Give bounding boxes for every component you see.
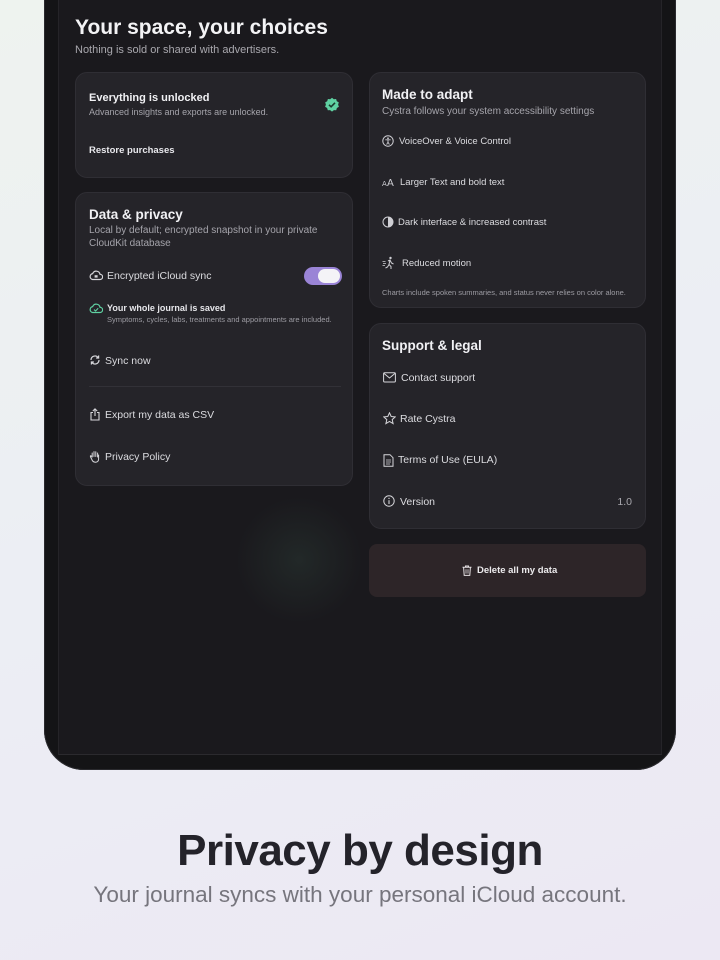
page-subtitle: Nothing is sold or shared with advertise… [75,44,280,56]
toggle-knob [318,269,340,283]
motion-icon [382,256,394,269]
envelope-icon [383,372,396,383]
journal-saved-detail: Symptoms, cycles, labs, treatments and a… [107,315,332,324]
privacy-policy-link[interactable]: Privacy Policy [105,451,170,463]
adapt-title: Made to adapt [382,87,473,102]
contrast-icon [382,216,394,228]
restore-purchases-button[interactable]: Restore purchases [89,145,175,156]
export-csv-button[interactable]: Export my data as CSV [105,409,214,421]
hand-icon [89,451,100,463]
adapt-card: Made to adapt Cystra follows your system… [369,72,646,308]
version-label: Version [400,496,436,508]
version-value: 1.0 [617,496,632,508]
adapt-item-voiceover: VoiceOver & Voice Control [399,136,511,147]
section-divider [89,386,341,387]
rate-app-button[interactable]: Rate Cystra [400,413,455,425]
sync-now-button[interactable]: Sync now [105,355,151,367]
document-icon [383,454,394,467]
unlock-card: Everything is unlocked Advanced insights… [75,72,353,178]
verified-badge-icon [325,97,339,112]
icloud-sync-label: Encrypted iCloud sync [107,270,212,282]
text-size-icon: A A [382,178,394,188]
adapt-item-larger-text: Larger Text and bold text [400,177,505,188]
star-icon [383,412,396,425]
sync-icon [90,355,100,365]
support-legal-card: Support & legal Contact support Rate Cys… [369,323,646,529]
adapt-subtitle: Cystra follows your system accessibility… [382,106,595,117]
adapt-item-contrast: Dark interface & increased contrast [398,217,547,228]
info-icon [383,495,395,507]
settings-screen: Your space, your choices Nothing is sold… [58,0,662,755]
adapt-footnote: Charts include spoken summaries, and sta… [382,288,626,297]
data-privacy-card: Data & privacy Local by default; encrypt… [75,192,353,486]
unlock-title: Everything is unlocked [89,92,210,104]
privacy-title: Data & privacy [89,207,183,222]
marketing-subheadline: Your journal syncs with your personal iC… [93,882,627,907]
trash-icon [462,565,472,576]
unlock-subtitle: Advanced insights and exports are unlock… [89,107,269,117]
accessibility-icon [382,135,394,147]
marketing-headline: Privacy by design [177,826,543,875]
delete-all-data-label: Delete all my data [477,565,558,576]
support-title: Support & legal [382,338,482,353]
icloud-sync-toggle[interactable] [304,267,342,285]
journal-saved-title: Your whole journal is saved [107,303,226,313]
terms-of-use-link[interactable]: Terms of Use (EULA) [398,454,497,466]
adapt-item-reduced-motion: Reduced motion [402,258,472,269]
cloud-lock-icon [89,270,103,281]
export-icon [90,408,100,421]
contact-support-button[interactable]: Contact support [401,372,475,384]
svg-text:A: A [387,178,394,188]
privacy-subtitle: Local by default; encrypted snapshot in … [89,225,318,249]
delete-all-data-button[interactable]: Delete all my data [369,544,646,597]
cloud-check-icon [89,303,103,314]
page-title: Your space, your choices [75,16,328,39]
